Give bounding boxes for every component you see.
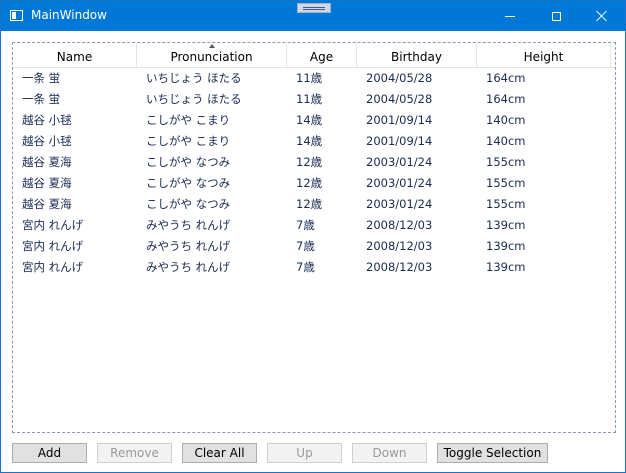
pronunciation-cell: こしがや こまり	[146, 113, 231, 127]
column-header-age[interactable]: Age	[287, 43, 357, 67]
down-button[interactable]: Down	[352, 443, 427, 463]
name-cell: 越谷 夏海	[22, 155, 72, 169]
column-header-birthday[interactable]: Birthday	[357, 43, 477, 67]
column-header-label: Name	[56, 50, 93, 64]
name-cell: 一条 蛍	[22, 71, 61, 85]
height-cell: 140cm	[486, 113, 526, 127]
name-cell: 越谷 小毬	[22, 113, 72, 127]
column-header-row: Name Pronunciation Age Birthday Height	[13, 43, 615, 68]
character-list-view[interactable]: Name Pronunciation Age Birthday Height 一…	[12, 42, 616, 433]
height-cell: 155cm	[486, 176, 526, 190]
name-cell: 宮内 れんげ	[22, 260, 84, 274]
age-cell: 14歳	[296, 134, 323, 148]
name-cell: 一条 蛍	[22, 92, 61, 106]
height-cell: 139cm	[486, 239, 526, 253]
age-cell: 7歳	[296, 260, 315, 274]
table-row[interactable]: 越谷 小毬 こしがや こまり 14歳 2001/09/14 140cm	[13, 131, 615, 152]
birthday-cell: 2003/01/24	[366, 176, 433, 190]
age-cell: 11歳	[296, 71, 323, 85]
name-cell: 宮内 れんげ	[22, 239, 84, 253]
minimize-button[interactable]	[487, 1, 533, 31]
birthday-cell: 2003/01/24	[366, 197, 433, 211]
age-cell: 12歳	[296, 197, 323, 211]
column-header-pronunciation[interactable]: Pronunciation	[137, 43, 287, 67]
column-header-label: Age	[309, 50, 334, 64]
title-bar[interactable]: MainWindow	[1, 1, 625, 31]
column-header-label: Pronunciation	[170, 50, 253, 64]
pronunciation-cell: こしがや こまり	[146, 134, 231, 148]
birthday-cell: 2004/05/28	[366, 92, 433, 106]
age-cell: 12歳	[296, 155, 323, 169]
height-cell: 155cm	[486, 197, 526, 211]
age-cell: 7歳	[296, 218, 315, 232]
height-cell: 139cm	[486, 260, 526, 274]
minimize-icon	[505, 15, 515, 17]
table-row[interactable]: 宮内 れんげ みやうち れんげ 7歳 2008/12/03 139cm	[13, 236, 615, 257]
table-row[interactable]: 一条 蛍 いちじょう ほたる 11歳 2004/05/28 164cm	[13, 68, 615, 89]
pronunciation-cell: みやうち れんげ	[146, 218, 231, 232]
window-icon	[10, 10, 23, 21]
birthday-cell: 2001/09/14	[366, 113, 433, 127]
name-cell: 越谷 夏海	[22, 197, 72, 211]
toggle-selection-button[interactable]: Toggle Selection	[437, 443, 548, 463]
birthday-cell: 2008/12/03	[366, 218, 433, 232]
table-row[interactable]: 宮内 れんげ みやうち れんげ 7歳 2008/12/03 139cm	[13, 215, 615, 236]
height-cell: 140cm	[486, 134, 526, 148]
remove-button[interactable]: Remove	[97, 443, 172, 463]
pronunciation-cell: こしがや なつみ	[146, 197, 231, 211]
table-row[interactable]: 越谷 夏海 こしがや なつみ 12歳 2003/01/24 155cm	[13, 194, 615, 215]
birthday-cell: 2001/09/14	[366, 134, 433, 148]
maximize-icon	[551, 11, 561, 21]
column-header-name[interactable]: Name	[13, 43, 137, 67]
column-header-label: Height	[523, 50, 564, 64]
birthday-cell: 2008/12/03	[366, 239, 433, 253]
age-cell: 7歳	[296, 239, 315, 253]
pronunciation-cell: みやうち れんげ	[146, 260, 231, 274]
clear-all-button[interactable]: Clear All	[182, 443, 257, 463]
table-row[interactable]: 越谷 夏海 こしがや なつみ 12歳 2003/01/24 155cm	[13, 173, 615, 194]
drag-handle-icon[interactable]	[297, 3, 331, 13]
height-cell: 139cm	[486, 218, 526, 232]
age-cell: 14歳	[296, 113, 323, 127]
pronunciation-cell: いちじょう ほたる	[146, 92, 242, 106]
column-header-label: Birthday	[391, 50, 442, 64]
name-cell: 越谷 小毬	[22, 134, 72, 148]
window-title: MainWindow	[31, 8, 107, 22]
height-cell: 164cm	[486, 71, 526, 85]
table-row[interactable]: 一条 蛍 いちじょう ほたる 11歳 2004/05/28 164cm	[13, 89, 615, 110]
name-cell: 越谷 夏海	[22, 176, 72, 190]
height-cell: 155cm	[486, 155, 526, 169]
maximize-button[interactable]	[533, 1, 579, 31]
name-cell: 宮内 れんげ	[22, 218, 84, 232]
pronunciation-cell: みやうち れんげ	[146, 239, 231, 253]
sort-ascending-icon	[208, 44, 215, 48]
pronunciation-cell: いちじょう ほたる	[146, 71, 242, 85]
table-row[interactable]: 宮内 れんげ みやうち れんげ 7歳 2008/12/03 139cm	[13, 257, 615, 278]
pronunciation-cell: こしがや なつみ	[146, 155, 231, 169]
up-button[interactable]: Up	[267, 443, 342, 463]
table-row[interactable]: 越谷 小毬 こしがや こまり 14歳 2001/09/14 140cm	[13, 110, 615, 131]
birthday-cell: 2008/12/03	[366, 260, 433, 274]
column-header-height[interactable]: Height	[477, 43, 611, 67]
birthday-cell: 2004/05/28	[366, 71, 433, 85]
table-body: 一条 蛍 いちじょう ほたる 11歳 2004/05/28 164cm 一条 蛍…	[13, 68, 615, 278]
window-content: Name Pronunciation Age Birthday Height 一…	[1, 31, 625, 472]
main-window: MainWindow Name Pronunciation Age Birthd…	[0, 0, 626, 473]
close-icon	[596, 10, 608, 22]
table-row[interactable]: 越谷 夏海 こしがや なつみ 12歳 2003/01/24 155cm	[13, 152, 615, 173]
close-button[interactable]	[579, 1, 625, 31]
height-cell: 164cm	[486, 92, 526, 106]
add-button[interactable]: Add	[12, 443, 87, 463]
pronunciation-cell: こしがや なつみ	[146, 176, 231, 190]
birthday-cell: 2003/01/24	[366, 155, 433, 169]
age-cell: 11歳	[296, 92, 323, 106]
age-cell: 12歳	[296, 176, 323, 190]
